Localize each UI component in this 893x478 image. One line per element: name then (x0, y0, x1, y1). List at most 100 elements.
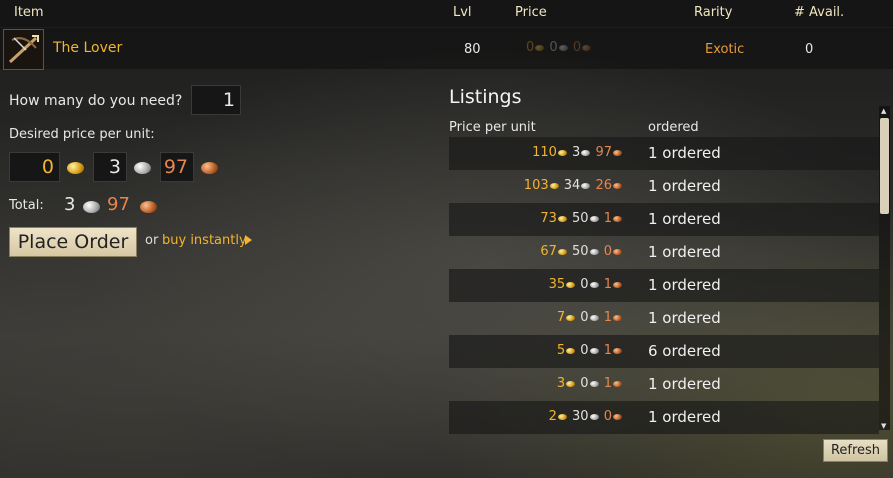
copper-coin-icon (613, 149, 622, 156)
listing-gold: 103 (523, 178, 549, 193)
listing-row[interactable]: 5 0 1 6 ordered (449, 335, 879, 368)
listing-row[interactable]: 103 34 26 1 ordered (449, 170, 879, 203)
listing-price: 103 34 26 (524, 178, 623, 193)
scroll-up-icon[interactable]: ▲ (881, 107, 886, 115)
copper-coin-icon (613, 281, 622, 288)
gold-coin-icon (535, 44, 545, 51)
listing-price: 67 50 0 (540, 244, 623, 259)
listing-silver: 50 (572, 244, 589, 259)
gold-coin-icon (566, 347, 576, 354)
listing-silver: 0 (580, 277, 589, 292)
listing-price: 35 0 1 (549, 277, 623, 292)
listing-ordered: 1 ordered (648, 177, 721, 195)
listing-row[interactable]: 67 50 0 1 ordered (449, 236, 879, 269)
listing-copper: 0 (603, 244, 612, 259)
listing-row[interactable]: 3 0 1 1 ordered (449, 368, 879, 401)
item-icon-frame (3, 29, 44, 70)
listing-copper: 1 (603, 343, 612, 358)
listing-silver: 50 (572, 211, 589, 226)
listing-copper: 26 (595, 178, 612, 193)
scrollbar-thumb[interactable] (880, 118, 889, 214)
listing-price: 3 0 1 (557, 376, 623, 391)
listing-copper: 97 (595, 145, 612, 160)
total-label: Total: (9, 198, 44, 213)
header-rarity[interactable]: Rarity (694, 5, 732, 20)
listing-price: 2 30 0 (549, 409, 623, 424)
listing-copper: 1 (603, 376, 612, 391)
col-price-per-unit: Price per unit (449, 120, 536, 135)
quantity-input[interactable]: 1 (191, 85, 241, 115)
item-available: 0 (805, 42, 814, 57)
listing-gold: 2 (548, 409, 557, 424)
silver-coin-icon (589, 281, 599, 288)
listing-ordered: 6 ordered (648, 342, 721, 360)
listing-copper: 1 (603, 277, 612, 292)
copper-coin-icon (613, 314, 622, 321)
copper-coin-icon (613, 380, 622, 387)
silver-coin-icon (134, 162, 151, 174)
listing-ordered: 1 ordered (648, 309, 721, 327)
silver-coin-icon (581, 149, 591, 156)
gold-coin-icon (549, 182, 559, 189)
desired-price-label: Desired price per unit: (9, 127, 155, 142)
listing-ordered: 1 ordered (648, 210, 721, 228)
listing-price: 5 0 1 (557, 343, 623, 358)
copper-coin-icon (613, 413, 622, 420)
silver-coin-icon (558, 44, 568, 51)
copper-coin-icon (613, 182, 622, 189)
listing-silver: 30 (572, 409, 589, 424)
item-price: 0 0 0 (526, 40, 592, 55)
listing-price: 7 0 1 (557, 310, 623, 325)
listing-row[interactable]: 110 3 97 1 ordered (449, 137, 879, 170)
quantity-label: How many do you need? (9, 93, 183, 109)
listing-row[interactable]: 73 50 1 1 ordered (449, 203, 879, 236)
item-row[interactable] (0, 28, 893, 69)
total-silver: 3 (64, 194, 76, 215)
copper-coin-icon (201, 162, 218, 174)
listing-row[interactable]: 35 0 1 1 ordered (449, 269, 879, 302)
desired-gold-input[interactable]: 0 (9, 152, 60, 182)
scroll-down-icon[interactable]: ▼ (881, 422, 886, 430)
copper-coin-icon (613, 347, 622, 354)
gold-coin-icon (566, 314, 576, 321)
copper-coin-icon (140, 201, 157, 213)
header-price[interactable]: Price (515, 5, 547, 20)
gold-coin-icon (566, 380, 576, 387)
or-text: or (145, 233, 159, 248)
buy-instantly-link[interactable]: buy instantly (162, 233, 247, 248)
header-level[interactable]: Lvl (453, 5, 472, 20)
listing-silver: 34 (563, 178, 581, 193)
listing-gold: 67 (540, 244, 557, 259)
silver-coin-icon (589, 347, 599, 354)
copper-coin-icon (582, 44, 592, 51)
header-item[interactable]: Item (14, 5, 44, 20)
item-rarity: Exotic (705, 42, 745, 57)
listing-ordered: 1 ordered (648, 276, 721, 294)
desired-copper-input[interactable]: 97 (160, 152, 194, 182)
listing-ordered: 1 ordered (648, 243, 721, 261)
gold-coin-icon (557, 248, 567, 255)
silver-coin-icon (589, 248, 599, 255)
listing-price: 110 3 97 (532, 145, 623, 160)
gold-coin-icon (557, 149, 567, 156)
silver-coin-icon (589, 413, 599, 420)
gold-coin-icon (566, 281, 576, 288)
listing-row[interactable]: 7 0 1 1 ordered (449, 302, 879, 335)
listings-title: Listings (449, 86, 522, 108)
header-available[interactable]: # Avail. (794, 5, 844, 20)
listing-ordered: 1 ordered (648, 144, 721, 162)
listing-price: 73 50 1 (540, 211, 623, 226)
listing-silver: 3 (572, 145, 581, 160)
listing-gold: 35 (548, 277, 566, 292)
column-header-bar (0, 0, 893, 27)
listing-silver: 0 (580, 343, 589, 358)
refresh-button[interactable]: Refresh (823, 439, 888, 462)
col-ordered: ordered (648, 120, 699, 135)
listing-row[interactable]: 2 30 0 1 ordered (449, 401, 879, 434)
listing-gold: 5 (556, 343, 566, 358)
listing-gold: 110 (532, 145, 557, 160)
desired-silver-input[interactable]: 3 (93, 152, 127, 182)
copper-coin-icon (613, 248, 622, 255)
place-order-button[interactable]: Place Order (9, 227, 137, 257)
item-name-link[interactable]: The Lover (53, 40, 122, 56)
